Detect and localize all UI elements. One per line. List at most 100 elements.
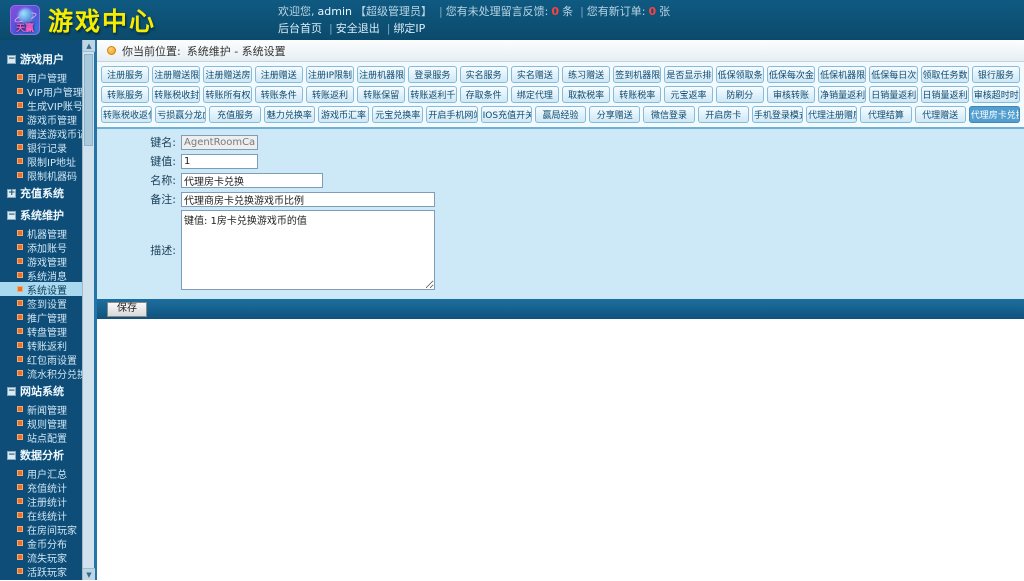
sidebar-item[interactable]: 限制IP地址 <box>0 154 82 169</box>
tab-button[interactable]: 开启房卡 <box>697 106 749 123</box>
sidebar-item[interactable]: 转盘管理 <box>0 324 82 339</box>
link-logout[interactable]: 安全退出 <box>336 22 380 35</box>
tab-button[interactable]: 魅力兑换率 <box>263 106 315 123</box>
collapse-icon[interactable]: − <box>7 450 16 460</box>
tab-button[interactable]: 代理结算 <box>860 106 912 123</box>
sidebar-item[interactable]: 用户汇总 <box>0 466 82 481</box>
tab-button[interactable]: 开启手机网站 <box>426 106 478 123</box>
tab-button[interactable]: 转账税收返代理 <box>101 106 153 123</box>
tab-button[interactable]: 签到机器限制 <box>613 66 662 83</box>
tab-button[interactable]: 亏损赢分龙虎榜 <box>155 106 207 123</box>
save-button[interactable]: 保存 <box>107 301 147 317</box>
sidebar-item[interactable]: 机器管理 <box>0 226 82 241</box>
keyname-input[interactable] <box>181 134 258 150</box>
sidebar-item[interactable]: 生成VIP账号 <box>0 98 82 113</box>
tab-button[interactable]: 转账税率 <box>613 86 662 103</box>
tab-button-active[interactable]: 代理房卡兑换 <box>968 106 1020 123</box>
sidebar-item[interactable]: 活跃玩家 <box>0 564 82 579</box>
scrollbar-thumb[interactable] <box>84 54 93 146</box>
sidebar-section[interactable]: − 游戏用户 <box>0 48 82 70</box>
sidebar-item[interactable]: VIP用户管理 <box>0 84 82 99</box>
sidebar-item[interactable]: 限制机器码 <box>0 168 82 183</box>
expand-icon[interactable]: + <box>7 188 16 198</box>
remark-input[interactable] <box>181 191 435 207</box>
scroll-up-icon[interactable]: ▲ <box>83 40 95 52</box>
tab-button[interactable]: 转账条件 <box>254 86 303 103</box>
tab-button[interactable]: 低保每次金额 <box>766 66 816 83</box>
sidebar-section[interactable]: − 系统维护 <box>0 204 82 226</box>
tab-button[interactable]: 注册赠送限制 <box>152 66 201 83</box>
sidebar-item[interactable]: 新闻管理 <box>0 402 82 417</box>
sidebar-item[interactable]: 添加账号 <box>0 240 82 255</box>
tab-button[interactable]: 手机登录模式 <box>751 106 804 123</box>
tab-button[interactable]: 赢局经验 <box>534 106 587 123</box>
tab-button[interactable]: 是否显示排行榜 <box>664 66 713 83</box>
sidebar-item[interactable]: 注册统计 <box>0 494 82 509</box>
tab-button[interactable]: 充值服务 <box>209 106 261 123</box>
tab-button[interactable]: 代理赠送 <box>914 106 966 123</box>
tab-button[interactable]: 转账税收封顶 <box>152 86 201 103</box>
link-home[interactable]: 后台首页 <box>278 22 322 35</box>
name-input[interactable] <box>181 172 323 188</box>
tab-button[interactable]: 转账保留 <box>357 86 406 103</box>
tab-button[interactable]: 取款税率 <box>561 86 611 103</box>
tab-button[interactable]: 注册赠送 <box>254 66 303 83</box>
tab-button[interactable]: 分享赠送 <box>589 106 641 123</box>
sidebar-section[interactable]: + 充值系统 <box>0 182 82 204</box>
sidebar-item[interactable]: 流失玩家 <box>0 550 82 565</box>
collapse-icon[interactable]: − <box>7 54 16 64</box>
tab-button[interactable]: 注册服务 <box>101 66 150 83</box>
sidebar-item[interactable]: 转账返利 <box>0 338 82 353</box>
tab-button[interactable]: 低保每日次数 <box>869 66 918 83</box>
tab-button[interactable]: 元宝兑换率 <box>372 106 424 123</box>
collapse-icon[interactable]: − <box>7 210 16 220</box>
sidebar-item[interactable]: 游戏管理 <box>0 254 82 269</box>
keyvalue-input[interactable] <box>181 153 258 169</box>
tab-button[interactable]: 登录服务 <box>408 66 457 83</box>
tab-button[interactable]: IOS充值开关 <box>480 106 532 123</box>
tab-button[interactable]: 转账所有权限 <box>203 86 252 103</box>
tab-button[interactable]: 绑定代理 <box>510 86 559 103</box>
tab-button[interactable]: 注册机器限制 <box>357 66 406 83</box>
scroll-down-icon[interactable]: ▼ <box>83 568 95 580</box>
tab-button[interactable]: 净销量返利 <box>818 86 867 103</box>
tab-button[interactable]: 实名服务 <box>459 66 508 83</box>
sidebar-item[interactable]: 用户管理 <box>0 70 82 85</box>
sidebar-item[interactable]: 银行记录 <box>0 140 82 155</box>
tab-button[interactable]: 转账返利 <box>305 86 355 103</box>
tab-button[interactable]: 银行服务 <box>971 66 1020 83</box>
tab-button[interactable]: 注册IP限制 <box>305 66 355 83</box>
tab-button[interactable]: 防刷分 <box>715 86 764 103</box>
sidebar-scrollbar[interactable]: ▲ ▼ <box>82 40 95 580</box>
tab-button[interactable]: 审核超时时间 <box>971 86 1020 103</box>
tab-button[interactable]: 实名赠送 <box>510 66 559 83</box>
sidebar-section[interactable]: − 网站系统 <box>0 380 82 402</box>
sidebar-item[interactable]: 系统设置 <box>0 282 82 297</box>
sidebar-item[interactable]: 签到设置 <box>0 296 82 311</box>
link-bind-ip[interactable]: 绑定IP <box>393 22 425 35</box>
sidebar-item[interactable]: 在线统计 <box>0 508 82 523</box>
sidebar-item[interactable]: 规则管理 <box>0 416 82 431</box>
sidebar-item[interactable]: 流水积分兑换 <box>0 366 82 381</box>
tab-button[interactable]: 低保领取条件 <box>715 66 764 83</box>
tab-button[interactable]: 游戏币汇率 <box>317 106 370 123</box>
tab-button[interactable]: 存取条件 <box>459 86 508 103</box>
tab-button[interactable]: 日销量返利 <box>869 86 918 103</box>
collapse-icon[interactable]: − <box>7 386 16 396</box>
sidebar-item[interactable]: 金币分布 <box>0 536 82 551</box>
tab-button[interactable]: 微信登录 <box>643 106 695 123</box>
sidebar-item[interactable]: 赠送游戏币记录 <box>0 126 82 141</box>
tab-button[interactable]: 转账服务 <box>101 86 150 103</box>
tab-button[interactable]: 代理注册赠房卡 <box>806 106 858 123</box>
sidebar-item[interactable]: 在房间玩家 <box>0 522 82 537</box>
sidebar-section[interactable]: − 数据分析 <box>0 444 82 466</box>
tab-button[interactable]: 低保机器限制 <box>818 66 867 83</box>
sidebar-item[interactable]: 站点配置 <box>0 430 82 445</box>
tab-button[interactable]: 元宝返率 <box>664 86 713 103</box>
tab-button[interactable]: 领取任务数目 <box>920 66 969 83</box>
sidebar-item[interactable]: 充值统计 <box>0 480 82 495</box>
tab-button[interactable]: 练习赠送 <box>561 66 611 83</box>
sidebar-item[interactable]: 红包雨设置 <box>0 352 82 367</box>
sidebar-item[interactable]: 游戏币管理 <box>0 112 82 127</box>
tab-button[interactable]: 注册赠送房卡 <box>203 66 252 83</box>
